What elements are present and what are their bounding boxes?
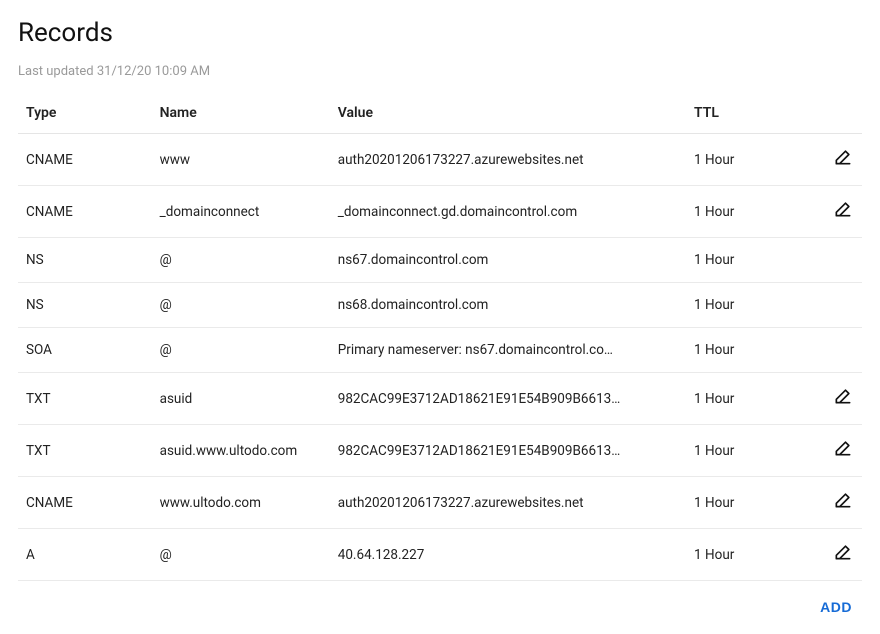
col-header-actions: [809, 93, 862, 134]
cell-value: auth20201206173227.azurewebsites.net: [330, 477, 686, 529]
cell-value: ns67.domaincontrol.com: [330, 238, 686, 283]
cell-ttl: 1 Hour: [686, 477, 808, 529]
cell-value: ns68.domaincontrol.com: [330, 283, 686, 328]
cell-type: TXT: [18, 373, 152, 425]
cell-type: SOA: [18, 328, 152, 373]
cell-actions: [809, 373, 862, 425]
cell-value: 982CAC99E3712AD18621E91E54B909B6613…: [330, 373, 686, 425]
cell-name: @: [152, 328, 330, 373]
cell-value: _domainconnect.gd.domaincontrol.com: [330, 186, 686, 238]
cell-name: @: [152, 283, 330, 328]
cell-name: www: [152, 134, 330, 186]
table-row: TXTasuid982CAC99E3712AD18621E91E54B909B6…: [18, 373, 862, 425]
table-row: CNAME_domainconnect_domainconnect.gd.dom…: [18, 186, 862, 238]
table-row: A@40.64.128.2271 Hour: [18, 529, 862, 581]
cell-actions: [809, 529, 862, 581]
cell-type: CNAME: [18, 134, 152, 186]
cell-ttl: 1 Hour: [686, 134, 808, 186]
cell-actions: [809, 425, 862, 477]
cell-value: 40.64.128.227: [330, 529, 686, 581]
cell-ttl: 1 Hour: [686, 328, 808, 373]
cell-type: A: [18, 529, 152, 581]
cell-actions: [809, 283, 862, 328]
cell-name: @: [152, 529, 330, 581]
edit-button[interactable]: [832, 543, 854, 565]
table-row: TXTasuid.www.ultodo.com982CAC99E3712AD18…: [18, 425, 862, 477]
cell-value: Primary nameserver: ns67.domaincontrol.c…: [330, 328, 686, 373]
cell-ttl: 1 Hour: [686, 283, 808, 328]
cell-actions: [809, 134, 862, 186]
cell-name: @: [152, 238, 330, 283]
cell-actions: [809, 238, 862, 283]
edit-icon: [833, 147, 853, 171]
table-row: NS@ns67.domaincontrol.com1 Hour: [18, 238, 862, 283]
table-row: CNAMEwww.ultodo.comauth20201206173227.az…: [18, 477, 862, 529]
cell-ttl: 1 Hour: [686, 238, 808, 283]
col-header-name: Name: [152, 93, 330, 134]
add-button[interactable]: ADD: [820, 599, 852, 615]
cell-type: NS: [18, 283, 152, 328]
last-updated-text: Last updated 31/12/20 10:09 AM: [18, 64, 862, 79]
edit-icon: [833, 490, 853, 514]
cell-type: NS: [18, 238, 152, 283]
edit-icon: [833, 386, 853, 410]
table-row: NS@ns68.domaincontrol.com1 Hour: [18, 283, 862, 328]
edit-button[interactable]: [832, 200, 854, 222]
cell-type: CNAME: [18, 477, 152, 529]
edit-icon: [833, 438, 853, 462]
edit-button[interactable]: [832, 439, 854, 461]
page-title: Records: [18, 18, 862, 48]
edit-button[interactable]: [832, 491, 854, 513]
col-header-ttl: TTL: [686, 93, 808, 134]
cell-actions: [809, 477, 862, 529]
cell-ttl: 1 Hour: [686, 373, 808, 425]
cell-value: auth20201206173227.azurewebsites.net: [330, 134, 686, 186]
cell-name: www.ultodo.com: [152, 477, 330, 529]
cell-name: asuid.www.ultodo.com: [152, 425, 330, 477]
col-header-type: Type: [18, 93, 152, 134]
edit-icon: [833, 542, 853, 566]
cell-value: 982CAC99E3712AD18621E91E54B909B6613…: [330, 425, 686, 477]
cell-type: TXT: [18, 425, 152, 477]
cell-ttl: 1 Hour: [686, 186, 808, 238]
edit-icon: [833, 199, 853, 223]
cell-name: _domainconnect: [152, 186, 330, 238]
records-table: Type Name Value TTL CNAMEwwwauth20201206…: [18, 93, 862, 581]
edit-button[interactable]: [832, 387, 854, 409]
cell-actions: [809, 328, 862, 373]
cell-actions: [809, 186, 862, 238]
table-row: CNAMEwwwauth20201206173227.azurewebsites…: [18, 134, 862, 186]
table-row: SOA@Primary nameserver: ns67.domaincontr…: [18, 328, 862, 373]
edit-button[interactable]: [832, 148, 854, 170]
cell-type: CNAME: [18, 186, 152, 238]
cell-ttl: 1 Hour: [686, 425, 808, 477]
col-header-value: Value: [330, 93, 686, 134]
cell-name: asuid: [152, 373, 330, 425]
cell-ttl: 1 Hour: [686, 529, 808, 581]
